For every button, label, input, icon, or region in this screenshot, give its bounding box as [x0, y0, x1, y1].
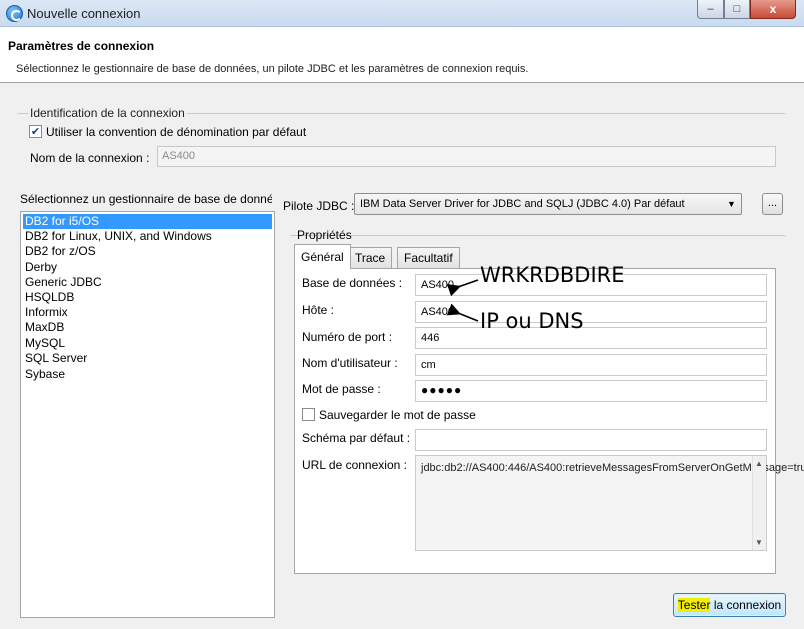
url-scrollbar[interactable] [752, 456, 766, 550]
host-field[interactable]: AS400 [415, 301, 767, 323]
list-item[interactable]: Derby [23, 260, 272, 275]
default-schema-label: Schéma par défaut : [302, 431, 411, 445]
identification-legend: Identification de la connexion [28, 106, 187, 120]
jdbc-driver-label: Pilote JDBC : [283, 199, 355, 213]
connection-url-field[interactable]: jdbc:db2://AS400:446/AS400:retrieveMessa… [415, 455, 804, 551]
jdbc-driver-select[interactable]: IBM Data Server Driver for JDBC and SQLJ… [354, 193, 742, 215]
host-label: Hôte : [302, 303, 335, 317]
password-label: Mot de passe : [302, 382, 381, 396]
default-naming-checkbox[interactable]: ✔ [29, 125, 42, 138]
page-title: Paramètres de connexion [8, 39, 155, 53]
test-label-rest: la connexion [710, 598, 782, 612]
host-annotation: IP ou DNS [480, 309, 584, 333]
port-field[interactable]: 446 [415, 327, 767, 349]
window-title: Nouvelle connexion [27, 6, 141, 21]
username-field[interactable]: cm [415, 354, 767, 376]
password-field[interactable]: ●●●●● [415, 380, 767, 402]
default-schema-field[interactable] [415, 429, 767, 451]
test-connection-button[interactable]: Tester la connexion [673, 593, 786, 617]
tab-general[interactable]: Général [294, 244, 351, 269]
close-button[interactable]: x [750, 0, 796, 19]
maximize-button[interactable]: □ [724, 0, 750, 19]
database-label: Base de données : [302, 276, 403, 290]
list-item[interactable]: HSQLDB [23, 290, 272, 305]
save-password-checkbox[interactable] [302, 408, 315, 421]
list-item[interactable]: DB2 for z/OS [23, 244, 272, 259]
scroll-up-icon[interactable]: ▲ [755, 459, 763, 468]
chevron-down-icon[interactable]: ▼ [727, 199, 736, 209]
app-icon [6, 5, 23, 22]
list-item[interactable]: DB2 for i5/OS [23, 214, 272, 229]
database-annotation: WRKRDBDIRE [480, 263, 625, 287]
list-item[interactable]: MySQL [23, 336, 272, 351]
tab-facultatif[interactable]: Facultatif [397, 247, 460, 268]
properties-legend: Propriétés [297, 228, 352, 242]
list-item[interactable]: Generic JDBC [23, 275, 272, 290]
test-highlight: Tester [677, 598, 711, 612]
jdbc-browse-button[interactable]: ... [762, 193, 783, 215]
list-item[interactable]: Informix [23, 305, 272, 320]
list-item[interactable]: Sybase [23, 367, 272, 382]
port-label: Numéro de port : [302, 330, 393, 344]
default-naming-label: Utiliser la convention de dénomination p… [46, 125, 307, 139]
tab-trace[interactable]: Trace [348, 247, 393, 268]
minimize-button[interactable]: – [697, 0, 724, 19]
list-item[interactable]: MaxDB [23, 320, 272, 335]
connection-name-field[interactable]: AS400 [157, 146, 776, 167]
db-manager-label: Sélectionnez un gestionnaire de base de … [20, 192, 272, 206]
save-password-label: Sauvegarder le mot de passe [319, 408, 476, 422]
list-item[interactable]: SQL Server [23, 351, 272, 366]
scroll-down-icon[interactable]: ▼ [755, 538, 763, 547]
list-item[interactable]: DB2 for Linux, UNIX, and Windows [23, 229, 272, 244]
page-description: Sélectionnez le gestionnaire de base de … [16, 63, 529, 75]
username-label: Nom d'utilisateur : [302, 356, 398, 370]
db-manager-list[interactable]: DB2 for i5/OS DB2 for Linux, UNIX, and W… [20, 211, 275, 618]
checkmark-icon: ✔ [30, 126, 41, 138]
connection-name-label: Nom de la connexion : [30, 151, 150, 165]
connection-url-label: URL de connexion : [302, 458, 407, 472]
